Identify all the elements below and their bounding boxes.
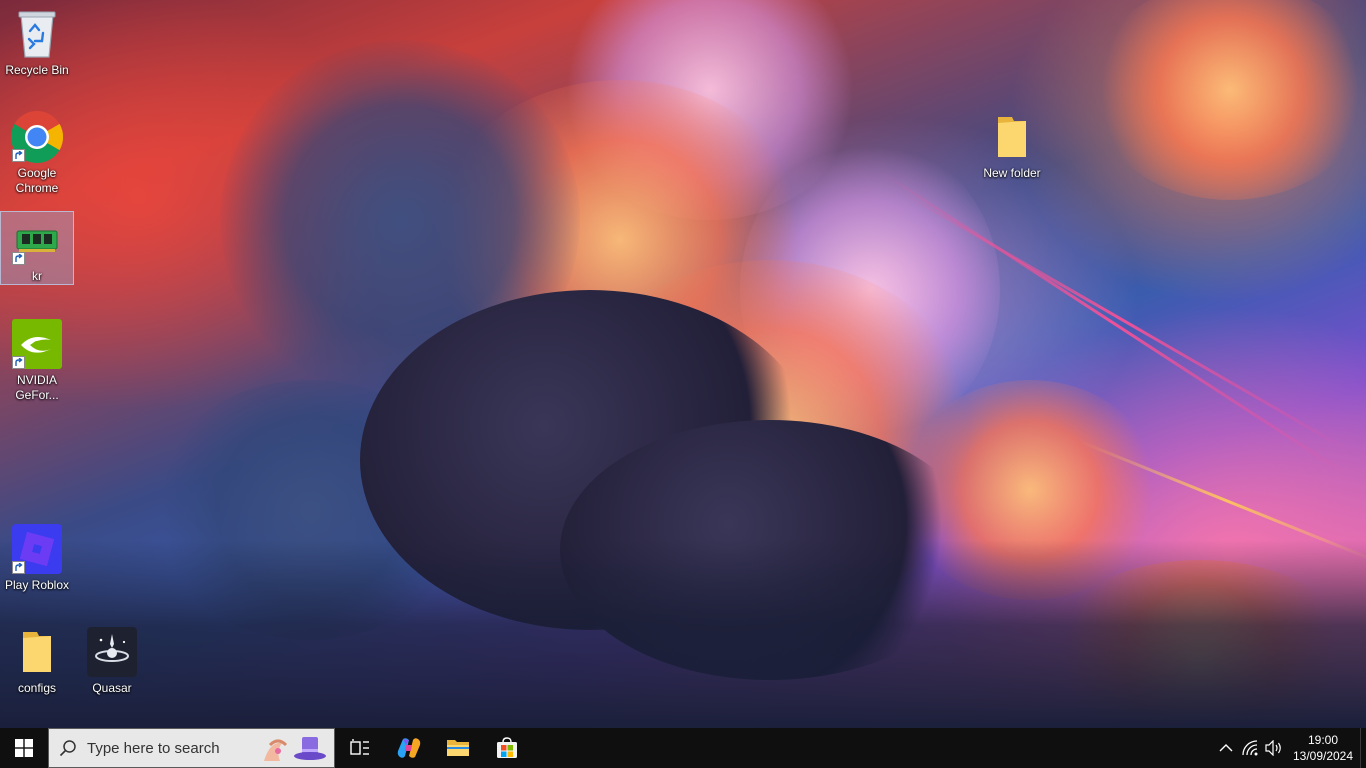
microsoft-store-icon: [496, 737, 517, 758]
ram-module-icon: [10, 214, 64, 267]
roblox-icon: [10, 522, 64, 576]
task-view-icon: [349, 739, 369, 755]
network-icon[interactable]: [1238, 728, 1262, 768]
search-icon: [49, 728, 87, 768]
taskbar-clock[interactable]: 19:00 13/09/2024: [1286, 728, 1360, 768]
recycle-bin-icon: [10, 7, 64, 61]
desktop-wallpaper: [0, 0, 1366, 728]
quasar-icon: [85, 625, 139, 679]
desktop-icon-recycle-bin[interactable]: Recycle Bin: [0, 4, 74, 79]
system-tray: 19:00 13/09/2024: [1214, 728, 1366, 768]
desktop-icon-label: Play Roblox: [4, 578, 70, 592]
shortcut-arrow-icon: [12, 149, 25, 162]
desktop-icon-quasar[interactable]: Quasar: [75, 622, 149, 697]
show-desktop-button[interactable]: [1360, 728, 1366, 768]
copilot-icon: [397, 738, 420, 758]
search-highlight-art-icon: [256, 731, 330, 767]
chrome-icon: [10, 110, 64, 164]
desktop-icon-label: Google Chrome: [15, 166, 59, 195]
file-explorer-icon: [446, 740, 469, 756]
clock-time: 19:00: [1307, 733, 1339, 747]
nvidia-icon: [10, 317, 64, 371]
desktop-icon-label: configs: [17, 681, 57, 695]
desktop-icon-label: kr: [32, 269, 42, 283]
clock-date: 13/09/2024: [1292, 749, 1354, 763]
show-hidden-icons-chevron-up-icon[interactable]: [1214, 728, 1238, 768]
task-view-button[interactable]: [335, 728, 384, 768]
shortcut-arrow-icon: [12, 356, 25, 369]
desktop-icon-kr[interactable]: kr: [0, 211, 74, 285]
shortcut-arrow-icon: [12, 561, 25, 574]
shortcut-arrow-icon: [12, 252, 25, 265]
desktop-icon-label: New folder: [983, 166, 1041, 180]
start-button[interactable]: [0, 728, 48, 768]
desktop-icon-label: Recycle Bin: [5, 63, 69, 77]
desktop-icon-play-roblox[interactable]: Play Roblox: [0, 519, 74, 594]
file-explorer-button[interactable]: [433, 728, 482, 768]
windows-logo-icon: [15, 739, 33, 757]
folder-icon: [985, 110, 1039, 164]
desktop-icon-label: NVIDIA GeFor...: [15, 373, 59, 402]
taskbar: 19:00 13/09/2024: [0, 728, 1366, 768]
copilot-button[interactable]: [384, 728, 433, 768]
desktop-icon-new-folder[interactable]: New folder: [975, 107, 1049, 182]
desktop-icon-configs[interactable]: configs: [0, 622, 74, 697]
microsoft-store-button[interactable]: [482, 728, 531, 768]
desktop-icon-label: Quasar: [92, 681, 132, 695]
folder-icon: [10, 625, 64, 679]
desktop-icon-nvidia-geforce[interactable]: NVIDIA GeFor...: [0, 314, 74, 404]
volume-icon[interactable]: [1262, 728, 1286, 768]
taskbar-search-box[interactable]: [48, 728, 335, 768]
desktop-icon-google-chrome[interactable]: Google Chrome: [0, 107, 74, 197]
search-input[interactable]: [87, 739, 257, 757]
